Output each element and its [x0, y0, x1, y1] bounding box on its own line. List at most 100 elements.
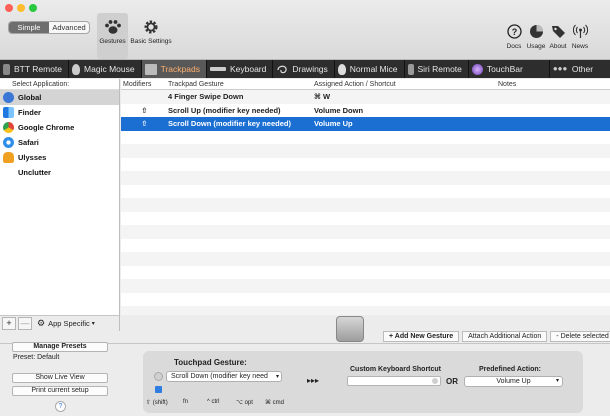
- help-icon: ?: [506, 24, 522, 39]
- show-live-view-button[interactable]: Show Live View: [12, 373, 108, 383]
- device-tabs: BTT Remote Magic Mouse Trackpads Keyboar…: [0, 60, 610, 132]
- gesture-preview-button[interactable]: [336, 316, 364, 342]
- empty-row: [121, 144, 610, 158]
- tab-trackpads[interactable]: Trackpads: [141, 60, 207, 78]
- empty-row: [121, 131, 610, 145]
- tab-label: Keyboard: [229, 64, 267, 74]
- table-body: 4 Finger Swipe Down ⌘ W ⇧ Scroll Up (mod…: [121, 90, 610, 315]
- app-item-ulysses[interactable]: Ulysses: [0, 150, 119, 165]
- tab-keyboard[interactable]: Keyboard: [207, 60, 274, 78]
- shift-checkbox[interactable]: [155, 386, 162, 393]
- table-row-selected[interactable]: ⇧ Scroll Down (modifier key needed) Volu…: [121, 117, 610, 131]
- tab-label: Other: [571, 64, 594, 74]
- tab-label: Magic Mouse: [84, 64, 135, 74]
- app-list-footer: + — ⚙ App Specific ▾: [0, 315, 120, 331]
- help-button[interactable]: ?: [55, 401, 66, 412]
- keyboard-shortcut-label: Custom Keyboard Shortcut: [350, 366, 442, 373]
- remove-app-button[interactable]: —: [18, 317, 32, 330]
- tab-normal-mice[interactable]: Normal Mice: [335, 60, 405, 78]
- or-label: OR: [446, 377, 458, 386]
- tab-other[interactable]: ●●● Other: [550, 60, 610, 78]
- add-app-button[interactable]: +: [2, 317, 16, 330]
- add-new-gesture-button[interactable]: + Add New Gesture: [383, 331, 460, 342]
- trackpad-icon: [144, 63, 157, 75]
- usage-label: Usage: [526, 43, 546, 50]
- svg-text:?: ?: [511, 27, 517, 37]
- empty-row: [121, 239, 610, 253]
- app-item-safari[interactable]: Safari: [0, 135, 119, 150]
- keyboard-shortcut-input[interactable]: [347, 376, 441, 386]
- keyboard-icon: [209, 67, 226, 71]
- app-item-global[interactable]: Global: [0, 90, 119, 105]
- docs-button[interactable]: ? Docs: [503, 24, 525, 50]
- attach-action-button[interactable]: Attach Additional Action: [462, 331, 548, 342]
- paw-icon: [104, 20, 121, 34]
- close-window-button[interactable]: [5, 4, 13, 12]
- mode-simple[interactable]: Simple: [9, 22, 49, 33]
- globe-icon: [3, 92, 14, 103]
- gear-icon[interactable]: ⚙: [37, 318, 45, 329]
- mode-advanced[interactable]: Advanced: [49, 22, 89, 33]
- clear-icon[interactable]: [432, 378, 438, 384]
- tab-siri-remote[interactable]: Siri Remote: [405, 60, 469, 78]
- mode-toggle[interactable]: Simple Advanced: [8, 21, 90, 34]
- manage-presets-button[interactable]: Manage Presets: [12, 342, 108, 352]
- gear-icon: [144, 20, 158, 34]
- empty-row: [121, 198, 610, 212]
- tab-label: TouchBar: [486, 64, 523, 74]
- remote-icon: [3, 63, 10, 75]
- tab-touchbar[interactable]: TouchBar: [469, 60, 550, 78]
- app-placeholder-icon: [3, 167, 14, 178]
- tag-icon: [551, 26, 565, 38]
- tab-magic-mouse[interactable]: Magic Mouse: [69, 60, 142, 78]
- tab-btt-remote[interactable]: BTT Remote: [0, 60, 70, 78]
- gestures-button[interactable]: Gestures: [97, 13, 128, 59]
- modifier-shift: ⇧ (shift): [146, 400, 168, 406]
- app-name: Finder: [18, 108, 41, 117]
- tab-drawings[interactable]: Drawings: [273, 60, 335, 78]
- tab-label: Trackpads: [160, 64, 200, 74]
- cell-gesture: Scroll Down (modifier key needed): [168, 119, 291, 129]
- usage-button[interactable]: Usage: [525, 24, 547, 50]
- news-button[interactable]: News: [569, 24, 591, 50]
- arrow-icon: ▸▸▸: [307, 376, 320, 385]
- chevron-down-icon: ▾: [276, 374, 280, 380]
- column-modifiers[interactable]: Modifiers: [121, 79, 166, 89]
- column-action[interactable]: Assigned Action / Shortcut: [312, 79, 496, 89]
- app-item-finder[interactable]: Finder: [0, 105, 119, 120]
- cell-modifiers: ⇧: [141, 119, 148, 129]
- app-name: Ulysses: [18, 153, 47, 162]
- delete-selected-button[interactable]: - Delete selected: [550, 331, 610, 342]
- empty-row: [121, 185, 610, 199]
- modifier-cmd: ⌘ cmd: [265, 400, 285, 406]
- gear-icon[interactable]: [154, 372, 163, 381]
- pie-chart-icon: [529, 25, 543, 38]
- table-row[interactable]: ⇧ Scroll Up (modifier key needed) Volume…: [121, 104, 610, 118]
- app-item-chrome[interactable]: Google Chrome: [0, 120, 119, 135]
- table-row[interactable]: 4 Finger Swipe Down ⌘ W: [121, 90, 610, 104]
- chevron-down-icon: ▾: [91, 321, 95, 327]
- app-specific-menu[interactable]: App Specific: [48, 319, 90, 328]
- gestures-label: Gestures: [99, 38, 126, 45]
- about-button[interactable]: About: [547, 24, 569, 50]
- butterfly-icon: [3, 152, 14, 163]
- basic-settings-button[interactable]: Basic Settings: [130, 19, 172, 45]
- app-item-unclutter[interactable]: Unclutter: [0, 165, 119, 180]
- dots-icon: ●●●: [552, 63, 568, 73]
- column-notes[interactable]: Notes: [496, 79, 610, 89]
- zoom-window-button[interactable]: [29, 4, 37, 12]
- predefined-action-select[interactable]: Volume Up: [464, 376, 563, 387]
- gesture-select[interactable]: Scroll Down (modifier key need: [166, 371, 282, 382]
- empty-row: [121, 212, 610, 226]
- cell-action: Volume Down: [314, 105, 364, 115]
- app-name: Unclutter: [18, 168, 51, 177]
- column-gesture[interactable]: Trackpad Gesture: [166, 79, 312, 89]
- minimize-window-button[interactable]: [17, 4, 25, 12]
- cell-action: Volume Up: [314, 119, 353, 129]
- empty-row: [121, 252, 610, 266]
- empty-row: [121, 306, 610, 315]
- print-setup-button[interactable]: Print current setup: [12, 386, 108, 396]
- empty-row: [121, 158, 610, 172]
- cell-gesture: Scroll Up (modifier key needed): [168, 105, 281, 115]
- app-name: Global: [18, 93, 42, 102]
